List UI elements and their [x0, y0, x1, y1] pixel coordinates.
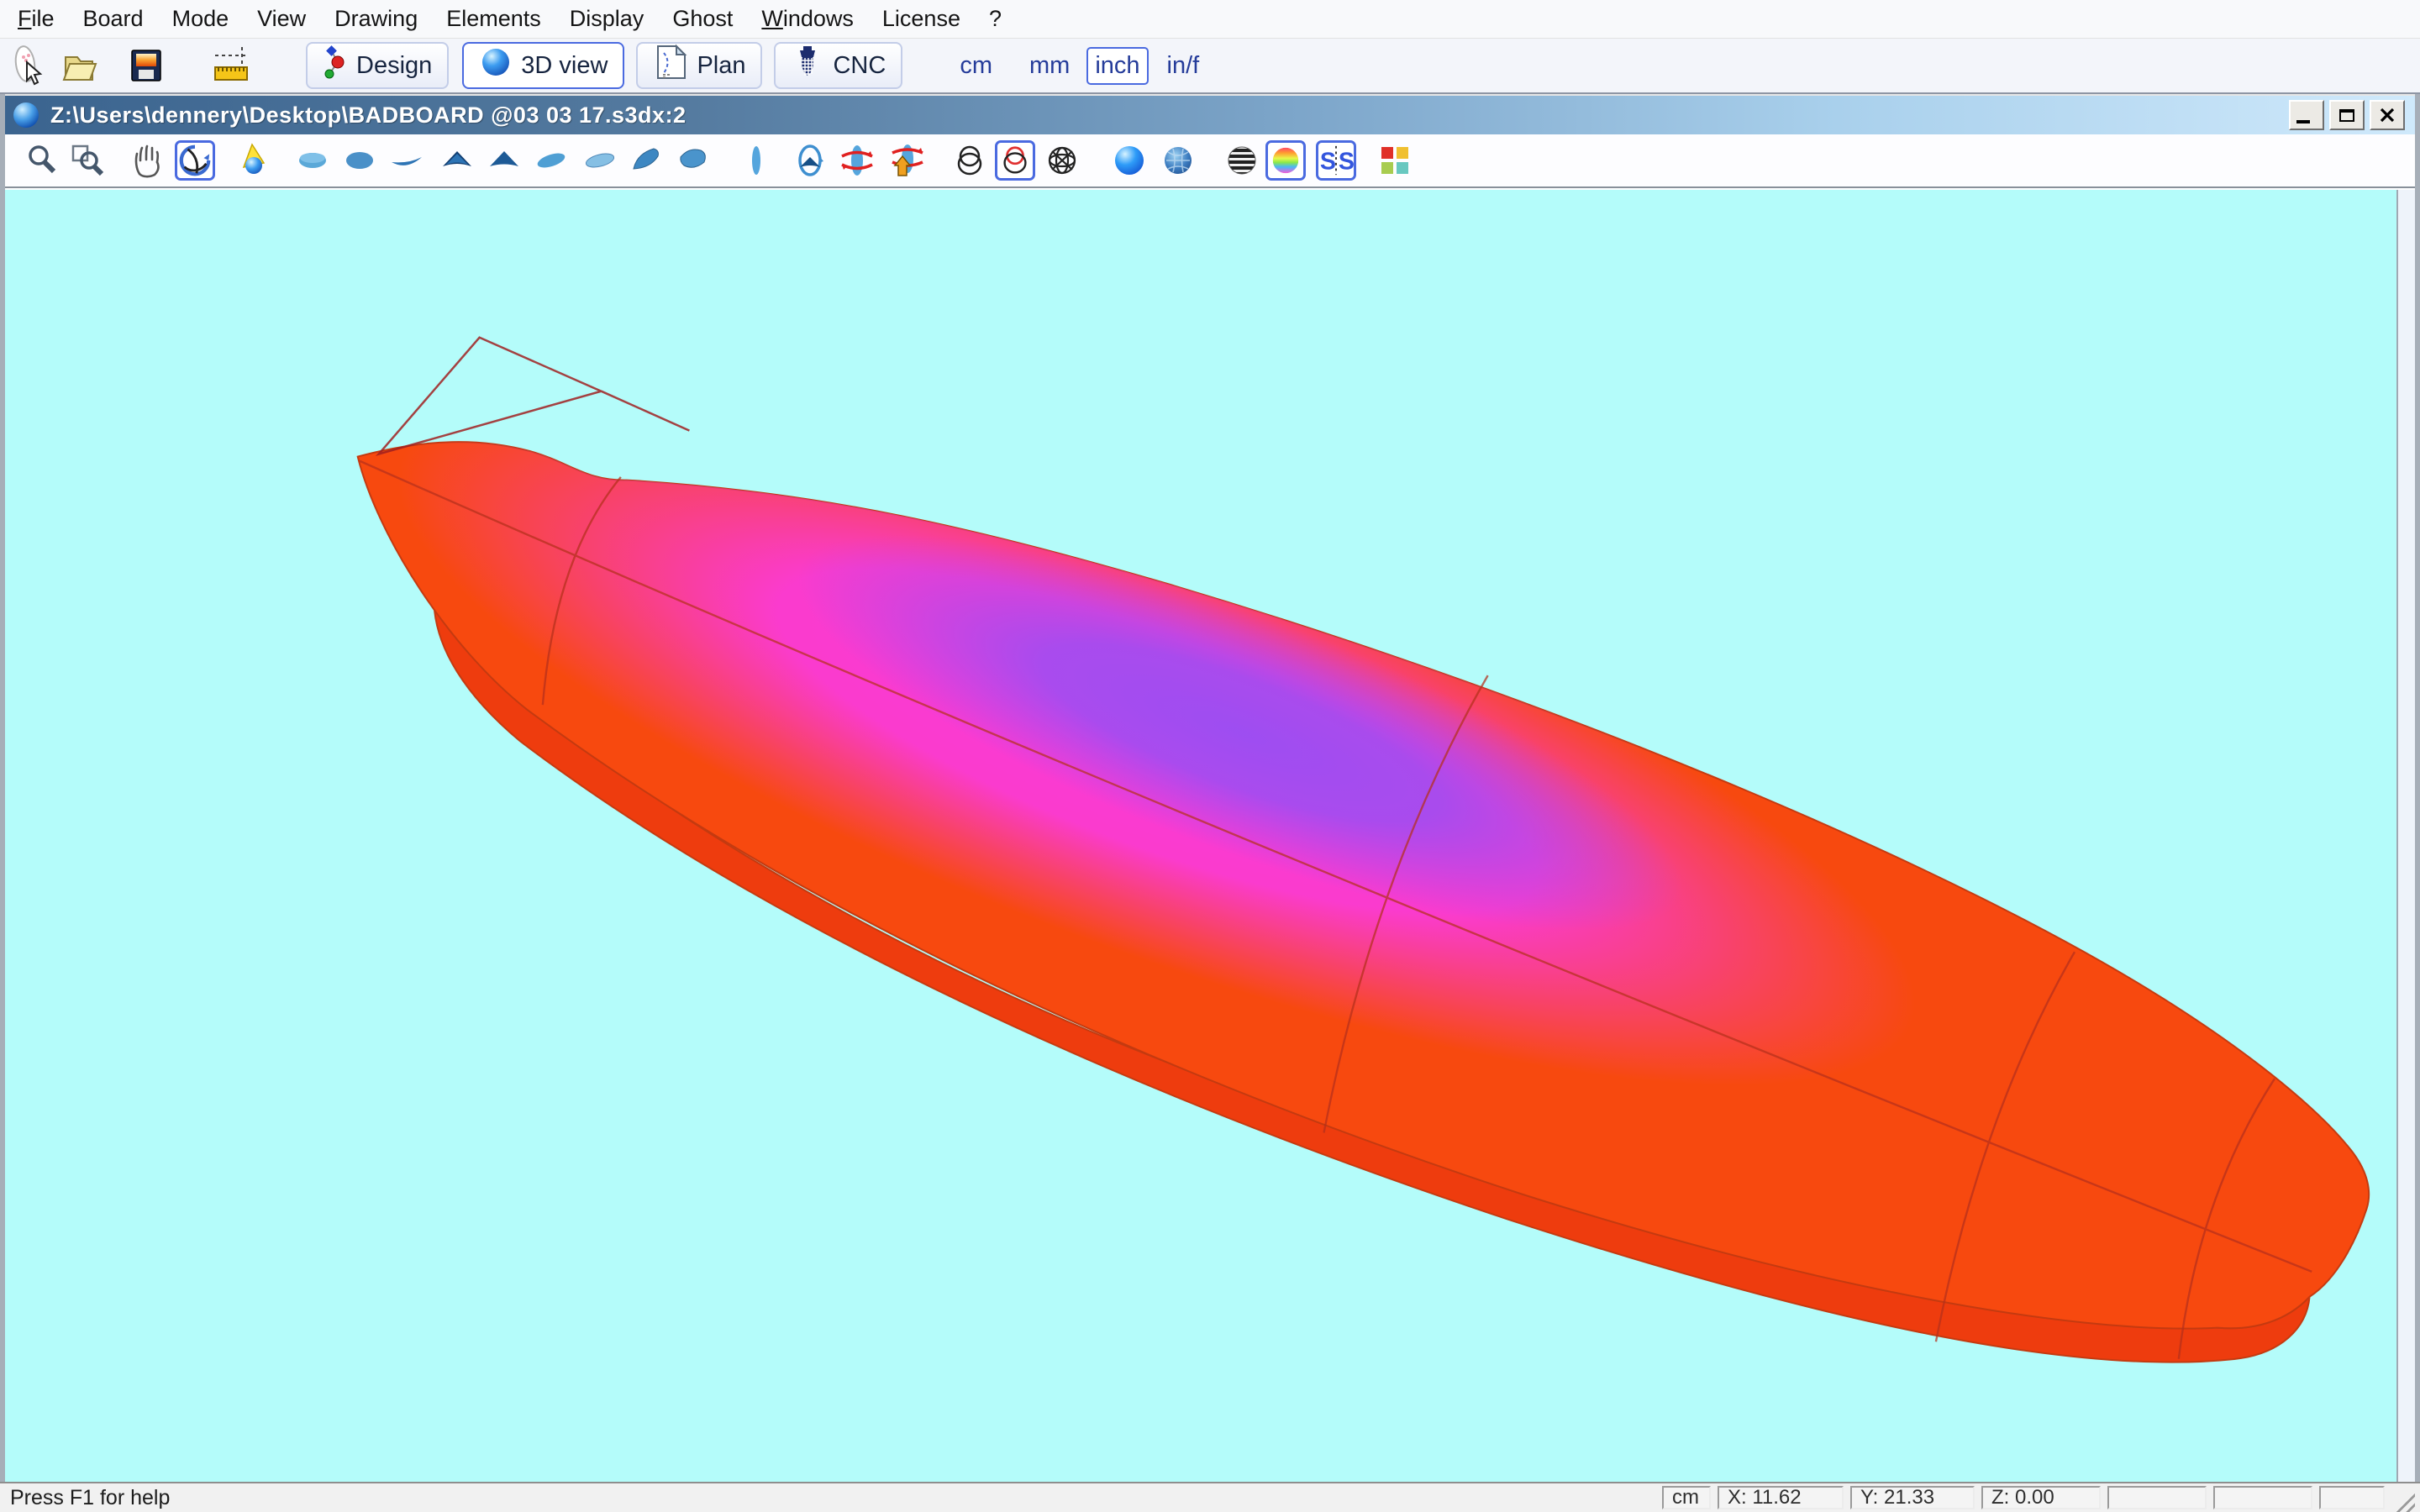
- menu-help[interactable]: ?: [975, 3, 1016, 35]
- plan-label: Plan: [697, 52, 745, 80]
- color-palette-icon[interactable]: [1375, 140, 1415, 181]
- menu-elements[interactable]: Elements: [432, 3, 555, 35]
- resize-grip[interactable]: [2393, 1490, 2415, 1512]
- plan-icon: [653, 43, 688, 88]
- 3d-view-icon: [479, 45, 513, 86]
- 3d-view-mode-button[interactable]: 3D view: [462, 42, 624, 89]
- status-empty-panel-3: [2319, 1486, 2385, 1509]
- svg-text:S: S: [1320, 149, 1336, 176]
- unit-inch[interactable]: inch: [1086, 47, 1148, 85]
- new-board-icon[interactable]: [7, 44, 50, 87]
- view-rocker-icon[interactable]: [387, 140, 427, 181]
- cnc-icon: [791, 43, 824, 88]
- menu-windows[interactable]: Windows: [747, 3, 868, 35]
- status-empty-panel-1: [2107, 1486, 2207, 1509]
- view-perspective-a-icon[interactable]: [531, 140, 571, 181]
- document-window: Z:\Users\dennery\Desktop\BADBOARD @03 03…: [0, 94, 2420, 1482]
- shaded-sphere-icon[interactable]: [1109, 140, 1150, 181]
- menu-board[interactable]: Board: [69, 3, 158, 35]
- rainbow-sphere-icon[interactable]: [1265, 140, 1306, 181]
- maximize-icon: [2339, 109, 2354, 122]
- lighting-icon[interactable]: [234, 140, 274, 181]
- view-toolbar: S S: [5, 134, 2415, 188]
- minimize-icon: [2296, 120, 2310, 123]
- view-bottom-icon[interactable]: [339, 140, 380, 181]
- textured-sphere-icon[interactable]: [1158, 140, 1198, 181]
- close-icon: [2378, 106, 2396, 124]
- wireframe-red-sphere-icon[interactable]: [995, 140, 1035, 181]
- view-profile-icon[interactable]: [736, 140, 776, 181]
- viewport-3d[interactable]: [5, 190, 2398, 1482]
- main-toolbar: Design 3D view Plan: [0, 39, 2420, 94]
- design-icon: [323, 44, 348, 87]
- rotate-vertical-icon[interactable]: [790, 140, 830, 181]
- status-x-coordinate: X: 11.62: [1718, 1486, 1844, 1509]
- status-bar: Press F1 for help cm X: 11.62 Y: 21.33 Z…: [0, 1482, 2420, 1512]
- rotate-3d-icon[interactable]: [175, 140, 215, 181]
- view-quarter-tail-icon[interactable]: [674, 140, 714, 181]
- striped-sphere-icon[interactable]: [1222, 140, 1262, 181]
- menu-view[interactable]: View: [243, 3, 320, 35]
- document-title: Z:\Users\dennery\Desktop\BADBOARD @03 03…: [50, 102, 687, 129]
- view-deck-icon[interactable]: [292, 140, 333, 181]
- open-file-icon[interactable]: [57, 44, 101, 87]
- menu-drawing[interactable]: Drawing: [320, 3, 432, 35]
- save-icon[interactable]: [124, 44, 168, 87]
- plan-mode-button[interactable]: Plan: [636, 42, 762, 89]
- minimize-button[interactable]: [2289, 100, 2324, 130]
- design-label: Design: [356, 52, 432, 80]
- view-tail-icon[interactable]: [484, 140, 524, 181]
- cnc-mode-button[interactable]: CNC: [774, 42, 902, 89]
- view-nose-icon[interactable]: [437, 140, 477, 181]
- status-empty-panel-2: [2213, 1486, 2312, 1509]
- view-perspective-b-icon[interactable]: [580, 140, 620, 181]
- zoom-window-icon[interactable]: [67, 140, 108, 181]
- close-button[interactable]: [2370, 100, 2405, 130]
- unit-mm[interactable]: mm: [1021, 49, 1078, 83]
- design-mode-button[interactable]: Design: [306, 42, 449, 89]
- status-unit: cm: [1662, 1486, 1711, 1509]
- menu-license[interactable]: License: [868, 3, 975, 35]
- menu-mode[interactable]: Mode: [158, 3, 244, 35]
- zoom-icon[interactable]: [22, 140, 62, 181]
- pan-hand-icon[interactable]: [128, 140, 168, 181]
- menu-file[interactable]: File: [3, 3, 69, 35]
- flow-lines-icon[interactable]: S S: [1316, 140, 1356, 181]
- document-titlebar[interactable]: Z:\Users\dennery\Desktop\BADBOARD @03 03…: [5, 94, 2415, 134]
- status-z-coordinate: Z: 0.00: [1981, 1486, 2101, 1509]
- rotate-pitch-icon[interactable]: [886, 140, 926, 181]
- surfboard-render: [5, 190, 2396, 1482]
- status-help-text: Press F1 for help: [5, 1486, 170, 1510]
- nose-guide-wireframe: [379, 338, 690, 454]
- document-icon: [13, 102, 39, 128]
- cnc-label: CNC: [833, 52, 886, 80]
- surfboard-model: [247, 249, 2396, 1482]
- svg-text:S: S: [1339, 149, 1354, 176]
- unit-cm[interactable]: cm: [951, 49, 1001, 83]
- status-y-coordinate: Y: 21.33: [1850, 1486, 1975, 1509]
- wireframe-sphere-icon[interactable]: [950, 140, 990, 181]
- unit-in-f[interactable]: in/f: [1159, 49, 1208, 83]
- mesh-sphere-icon[interactable]: [1042, 140, 1082, 181]
- window-right-frame: [2398, 190, 2415, 1482]
- menu-ghost[interactable]: Ghost: [658, 3, 747, 35]
- 3d-view-label: 3D view: [521, 52, 608, 80]
- dimensions-icon[interactable]: [210, 44, 254, 87]
- view-quarter-nose-icon[interactable]: [627, 140, 667, 181]
- menu-bar: File Board Mode View Drawing Elements Di…: [0, 0, 2420, 39]
- maximize-button[interactable]: [2329, 100, 2365, 130]
- rotate-yaw-icon[interactable]: [837, 140, 877, 181]
- menu-display[interactable]: Display: [555, 3, 659, 35]
